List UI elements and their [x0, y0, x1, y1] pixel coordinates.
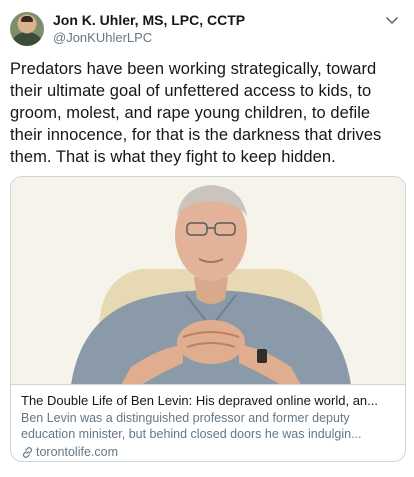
card-domain-label: torontolife.com: [36, 445, 118, 459]
card-description: Ben Levin was a distinguished professor …: [21, 411, 362, 441]
author-display-name[interactable]: Jon K. Uhler, MS, LPC, CCTP: [53, 12, 245, 29]
card-body: The Double Life of Ben Levin: His deprav…: [11, 385, 405, 460]
card-image[interactable]: [11, 177, 405, 385]
avatar-hair: [21, 16, 33, 22]
link-icon: [21, 446, 34, 459]
link-card[interactable]: The Double Life of Ben Levin: His deprav…: [10, 176, 406, 462]
avatar[interactable]: [10, 12, 44, 46]
card-title[interactable]: The Double Life of Ben Levin: His deprav…: [21, 392, 395, 409]
chevron-down-icon[interactable]: [384, 12, 400, 28]
tweet: Jon K. Uhler, MS, LPC, CCTP @JonKUhlerLP…: [0, 0, 414, 477]
tweet-text: Predators have been working strategicall…: [10, 60, 382, 166]
tweet-header: Jon K. Uhler, MS, LPC, CCTP @JonKUhlerLP…: [10, 10, 404, 48]
author-names: Jon K. Uhler, MS, LPC, CCTP @JonKUhlerLP…: [53, 12, 245, 46]
card-domain[interactable]: torontolife.com: [21, 444, 395, 460]
author-handle[interactable]: @JonKUhlerLPC: [53, 29, 245, 46]
